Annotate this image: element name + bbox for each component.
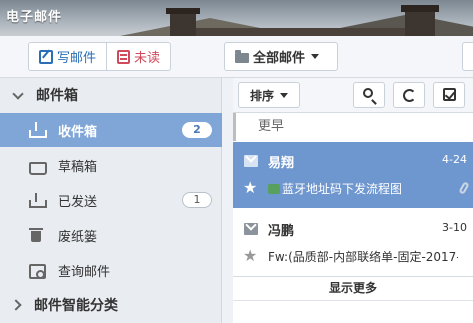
- attachment-icon: [458, 181, 470, 195]
- mail-date: 4-24: [442, 153, 467, 166]
- sent-icon: [28, 192, 47, 208]
- checkbox-icon: [443, 88, 456, 101]
- mail-sender: 冯鹏: [268, 224, 295, 239]
- star-icon[interactable]: ★: [243, 246, 257, 265]
- sidebar-item-sent[interactable]: 已发送 1: [0, 183, 222, 217]
- mail-subject: 蓝牙地址码下发流程图: [268, 180, 458, 197]
- sidebar-header-smart-category[interactable]: 邮件智能分类: [0, 288, 222, 322]
- search-mail-icon: [28, 262, 46, 279]
- sidebar: 邮件箱 收件箱 2 草稿箱 已发送 1 废纸篓 查询邮件 邮件智能分类: [0, 78, 222, 323]
- banner-decoration: [401, 5, 439, 36]
- write-mail-label: 写邮件: [57, 51, 97, 66]
- sidebar-item-drafts[interactable]: 草稿箱: [0, 148, 222, 182]
- star-icon[interactable]: ★: [243, 178, 257, 197]
- count-badge: 1: [182, 192, 212, 208]
- inbox-icon: [28, 122, 47, 138]
- sidebar-header-label: 邮件箱: [36, 88, 78, 104]
- caret-down-icon: [311, 54, 320, 59]
- divider: [233, 300, 473, 301]
- all-mail-dropdown[interactable]: 全部邮件: [224, 42, 338, 71]
- chevron-down-icon: [12, 87, 24, 100]
- chevron-right-icon: [10, 299, 22, 311]
- sidebar-item-inbox[interactable]: 收件箱 2: [0, 113, 222, 147]
- group-label: 更早: [233, 113, 473, 141]
- select-button[interactable]: [433, 82, 465, 108]
- mail-date: 3-10: [442, 221, 467, 234]
- mail-subject-text: 蓝牙地址码下发流程图: [282, 182, 403, 196]
- sidebar-item-search-mail[interactable]: 查询邮件: [0, 253, 222, 287]
- mail-item[interactable]: 易翔 4-24 ★ 蓝牙地址码下发流程图: [233, 142, 473, 208]
- caret-down-icon: [280, 92, 288, 98]
- sidebar-header-label: 邮件智能分类: [34, 298, 118, 314]
- sidebar-item-label: 查询邮件: [58, 264, 111, 280]
- mail-item[interactable]: 冯鹏 3-10 ★ Fw:(品质部-内部联络单-固定-2017-C: [233, 210, 473, 276]
- folder-icon: [235, 49, 249, 63]
- envelope-icon: [244, 223, 258, 235]
- mail-list: 排序 更早 易翔 4-24 ★ 蓝牙地址码下发流程图 冯鹏 3-10 ★ Fw:…: [233, 78, 473, 323]
- show-more-button[interactable]: 显示更多: [233, 276, 473, 306]
- list-toolbar: 排序: [233, 78, 473, 113]
- compose-icon: [39, 49, 53, 64]
- compose-button-group: 写邮件 未读: [28, 42, 172, 71]
- write-mail-button[interactable]: 写邮件: [29, 43, 106, 70]
- all-mail-label: 全部邮件: [253, 51, 306, 66]
- sort-button[interactable]: 排序: [238, 82, 300, 108]
- header-banner: 电子邮件: [0, 0, 473, 36]
- drafts-icon: [28, 157, 47, 175]
- sidebar-item-label: 收件箱: [58, 124, 98, 140]
- main-toolbar: 写邮件 未读 全部邮件: [0, 36, 473, 78]
- banner-decoration: [196, 28, 405, 36]
- trash-icon: [28, 227, 44, 243]
- mail-sender: 易翔: [268, 156, 295, 171]
- sort-label: 排序: [249, 88, 274, 103]
- search-button[interactable]: [353, 82, 385, 108]
- unread-label: 未读: [134, 51, 161, 66]
- sidebar-item-label: 草稿箱: [58, 159, 98, 175]
- search-icon: [363, 88, 373, 98]
- sidebar-item-trash[interactable]: 废纸篓: [0, 218, 222, 252]
- sidebar-header-mailbox[interactable]: 邮件箱: [0, 78, 222, 112]
- unread-count-badge: 2: [182, 122, 212, 138]
- sidebar-item-label: 已发送: [58, 194, 98, 210]
- sidebar-item-label: 废纸篓: [58, 229, 98, 245]
- app-title: 电子邮件: [6, 10, 63, 25]
- forward-icon: [268, 184, 280, 194]
- unread-icon: [117, 49, 131, 64]
- mail-subject: Fw:(品质部-内部联络单-固定-2017-C: [268, 250, 458, 264]
- refresh-button[interactable]: [393, 82, 425, 108]
- banner-decoration: [166, 8, 200, 36]
- refresh-icon: [403, 89, 416, 102]
- toolbar-overflow-button[interactable]: [462, 42, 473, 71]
- unread-button[interactable]: 未读: [106, 43, 170, 70]
- envelope-icon: [244, 155, 258, 167]
